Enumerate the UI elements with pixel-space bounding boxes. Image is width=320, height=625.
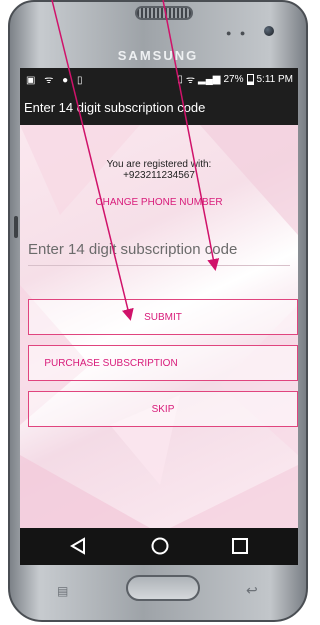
app-bar-title: Enter 14 digit subscription code — [24, 100, 206, 115]
change-phone-link[interactable]: CHANGE PHONE NUMBER — [20, 197, 298, 208]
status-indicators: ▯ ᯤ ▂▄▆ 27% 5:11 PM — [177, 72, 293, 86]
battery-icon — [246, 73, 254, 85]
navigation-bar — [20, 528, 298, 565]
vibrate-icon: ▯ — [177, 73, 183, 85]
notification-icons: ▣ ᯤ ● ▯ — [26, 75, 86, 86]
status-bar: ▣ ᯤ ● ▯ ▯ ᯤ ▂▄▆ 27% 5:11 PM — [20, 68, 298, 90]
brand-logo: SAMSUNG — [117, 48, 199, 63]
registered-label: You are registered with: — [106, 159, 212, 170]
menu-key-icon[interactable]: ▤ — [57, 584, 68, 598]
skip-button[interactable]: SKIP — [28, 391, 298, 427]
input-underline — [28, 265, 290, 266]
wifi-icon: ᯤ — [185, 75, 196, 86]
earpiece-speaker — [135, 6, 193, 20]
registered-phone: +923211234567 — [123, 170, 195, 181]
app-bar: Enter 14 digit subscription code — [20, 90, 298, 125]
back-triangle-icon[interactable] — [68, 536, 88, 556]
hardware-home-button[interactable] — [126, 575, 200, 601]
purchase-subscription-button[interactable]: PURCHASE SUBSCRIPTION — [28, 345, 298, 381]
sensor-dots: ● ● — [226, 28, 249, 38]
back-key-icon[interactable]: ↩ — [246, 582, 258, 599]
main-content: You are registered with: +923211234567 C… — [20, 125, 298, 528]
battery-percent: 27% — [223, 73, 244, 85]
submit-button[interactable]: SUBMIT — [28, 299, 298, 335]
recents-square-icon[interactable] — [230, 536, 250, 556]
subscription-code-input[interactable] — [28, 237, 290, 261]
signal-icon: ▂▄▆ — [198, 73, 221, 85]
front-camera — [264, 26, 274, 36]
home-circle-icon[interactable] — [150, 536, 170, 556]
screen: ▣ ᯤ ● ▯ ▯ ᯤ ▂▄▆ 27% 5:11 PM Enter 14 dig… — [20, 68, 298, 565]
clock: 5:11 PM — [256, 73, 294, 85]
side-button[interactable] — [14, 216, 18, 238]
